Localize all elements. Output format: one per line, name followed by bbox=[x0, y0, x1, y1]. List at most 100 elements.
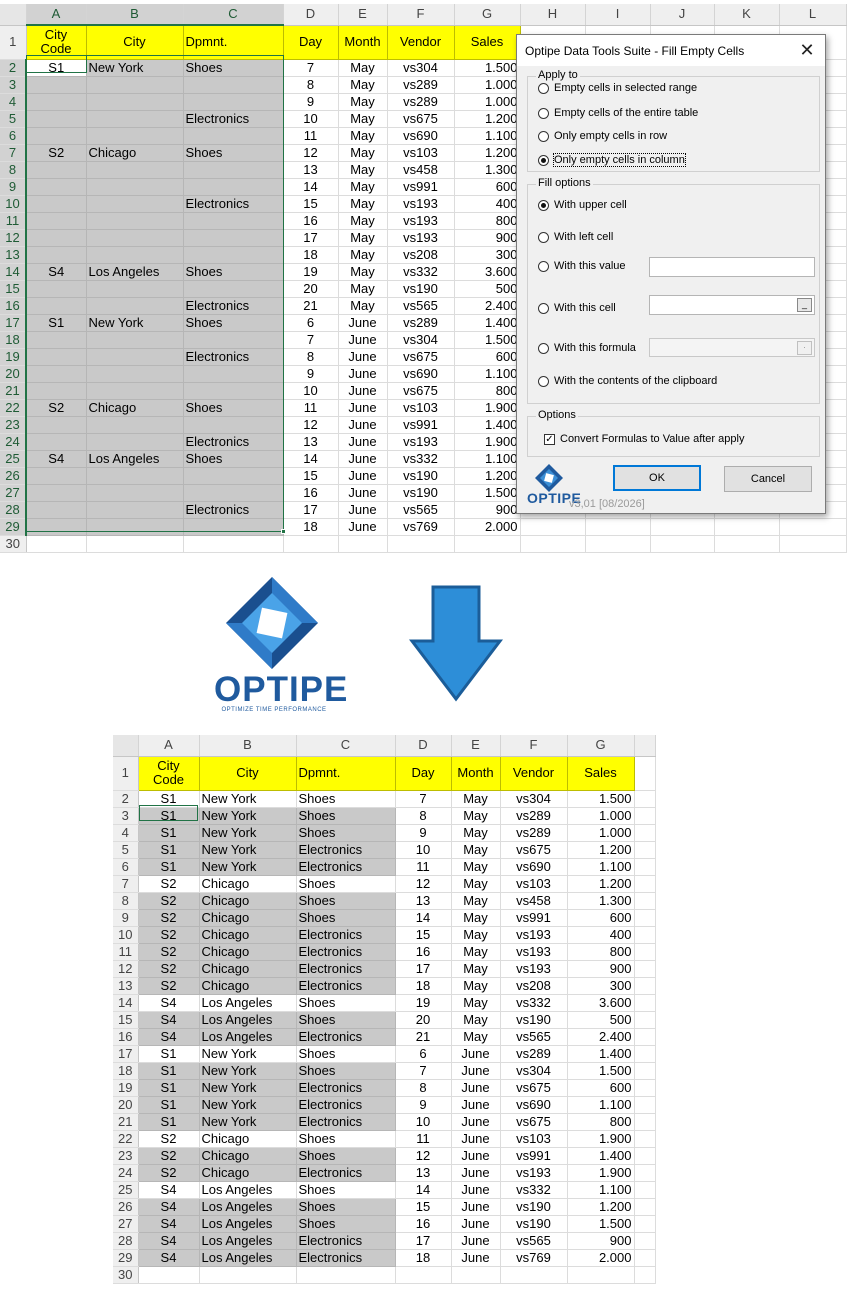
cell-month[interactable]: June bbox=[338, 314, 388, 332]
empty-cell[interactable] bbox=[634, 1011, 656, 1029]
cell-sales[interactable]: 1.300 bbox=[567, 892, 635, 910]
cell-month[interactable]: June bbox=[338, 467, 388, 485]
cell-city-code[interactable]: S1 bbox=[138, 1062, 200, 1080]
cell-sales[interactable]: 1.100 bbox=[454, 450, 521, 468]
row-header[interactable]: 29 bbox=[113, 1249, 139, 1267]
cell-vendor[interactable]: vs304 bbox=[500, 790, 568, 808]
cell-sales[interactable]: 1.100 bbox=[454, 365, 521, 383]
column-header-f[interactable]: F bbox=[387, 4, 455, 26]
cell-sales[interactable]: 800 bbox=[567, 943, 635, 961]
cell-dpmnt[interactable]: Shoes bbox=[296, 994, 396, 1012]
cell-day[interactable]: 12 bbox=[283, 144, 339, 162]
cell-vendor[interactable]: vs190 bbox=[500, 1011, 568, 1029]
cell-day[interactable]: 18 bbox=[395, 977, 452, 995]
cell-day[interactable]: 8 bbox=[283, 76, 339, 94]
cell-city-code[interactable]: S1 bbox=[138, 1045, 200, 1063]
cell-day[interactable]: 10 bbox=[395, 1113, 452, 1131]
cell-dpmnt[interactable]: Shoes bbox=[296, 875, 396, 893]
cell-sales[interactable]: 3.600 bbox=[567, 994, 635, 1012]
empty-cell[interactable] bbox=[634, 960, 656, 978]
row-header[interactable]: 23 bbox=[113, 1147, 139, 1165]
cell-vendor[interactable]: vs332 bbox=[387, 263, 455, 281]
header-cell-city_code[interactable]: City Code bbox=[137, 755, 200, 791]
row-header[interactable]: 14 bbox=[0, 263, 27, 281]
cell-month[interactable]: May bbox=[338, 59, 388, 77]
cell-city-code[interactable]: S1 bbox=[138, 824, 200, 842]
row-header[interactable]: 1 bbox=[113, 756, 139, 791]
cell-dpmnt[interactable] bbox=[183, 212, 284, 230]
cell-sales[interactable]: 1.500 bbox=[567, 790, 635, 808]
cell-sales[interactable]: 1.200 bbox=[454, 110, 521, 128]
column-header-i[interactable]: I bbox=[585, 4, 651, 26]
column-header-b[interactable]: B bbox=[86, 4, 184, 26]
row-header[interactable]: 9 bbox=[0, 178, 27, 196]
cell-sales[interactable]: 1.000 bbox=[454, 76, 521, 94]
cell-vendor[interactable]: vs103 bbox=[387, 144, 455, 162]
cell-day[interactable]: 12 bbox=[283, 416, 339, 434]
cell-day[interactable]: 14 bbox=[283, 450, 339, 468]
cell-city[interactable]: New York bbox=[199, 824, 297, 842]
row-header[interactable]: 14 bbox=[113, 994, 139, 1012]
cell-city-code[interactable]: S2 bbox=[138, 977, 200, 995]
cell-month[interactable]: June bbox=[338, 348, 388, 366]
cell-dpmnt[interactable]: Electronics bbox=[296, 1096, 396, 1114]
ok-button[interactable]: OK bbox=[613, 465, 701, 491]
column-header-c[interactable]: C bbox=[296, 735, 396, 757]
empty-cell[interactable] bbox=[634, 1181, 656, 1199]
empty-cell[interactable] bbox=[520, 518, 586, 536]
row-header[interactable]: 2 bbox=[113, 790, 139, 808]
row-header[interactable]: 17 bbox=[0, 314, 27, 332]
cell-sales[interactable]: 400 bbox=[567, 926, 635, 944]
cell-sales[interactable]: 1.200 bbox=[567, 841, 635, 859]
header-cell-dpmnt[interactable]: Dpmnt. bbox=[182, 24, 284, 60]
cell-month[interactable]: May bbox=[451, 960, 501, 978]
cell-month[interactable]: June bbox=[338, 416, 388, 434]
row-header[interactable]: 8 bbox=[0, 161, 27, 179]
cell-vendor[interactable]: vs193 bbox=[387, 212, 455, 230]
cell-sales[interactable]: 1.100 bbox=[454, 127, 521, 145]
cell-sales[interactable]: 1.500 bbox=[454, 484, 521, 502]
cell-day[interactable]: 18 bbox=[283, 246, 339, 264]
header-cell-city[interactable]: City bbox=[85, 24, 184, 60]
row-header[interactable]: 18 bbox=[113, 1062, 139, 1080]
cell-vendor[interactable]: vs991 bbox=[500, 909, 568, 927]
cell-dpmnt[interactable] bbox=[183, 76, 284, 94]
cell-day[interactable]: 7 bbox=[283, 59, 339, 77]
formula-picker-button[interactable]: · bbox=[797, 341, 812, 355]
column-header-c[interactable]: C bbox=[183, 4, 284, 26]
cell-city[interactable] bbox=[86, 127, 184, 145]
cell-month[interactable]: May bbox=[338, 161, 388, 179]
cell-dpmnt[interactable]: Shoes bbox=[296, 1045, 396, 1063]
cell-city[interactable]: Chicago bbox=[199, 926, 297, 944]
cell-dpmnt[interactable]: Electronics bbox=[296, 1079, 396, 1097]
cell-day[interactable]: 15 bbox=[283, 195, 339, 213]
row-header[interactable]: 3 bbox=[0, 76, 27, 94]
cell-dpmnt[interactable]: Shoes bbox=[296, 790, 396, 808]
cell-vendor[interactable]: vs190 bbox=[500, 1198, 568, 1216]
column-header-a[interactable]: A bbox=[138, 735, 200, 757]
radio-this-value[interactable]: With this value bbox=[538, 260, 626, 272]
row-header[interactable]: 13 bbox=[113, 977, 139, 995]
cell-vendor[interactable]: vs103 bbox=[500, 875, 568, 893]
cell-city[interactable]: New York bbox=[86, 314, 184, 332]
row-header[interactable]: 28 bbox=[113, 1232, 139, 1250]
cell-dpmnt[interactable] bbox=[183, 331, 284, 349]
empty-cell[interactable] bbox=[779, 535, 847, 553]
cell-sales[interactable]: 2.400 bbox=[454, 297, 521, 315]
cell-dpmnt[interactable]: Electronics bbox=[183, 348, 284, 366]
cell-sales[interactable]: 600 bbox=[454, 348, 521, 366]
cell-city-code[interactable]: S1 bbox=[138, 807, 200, 825]
row-header[interactable]: 17 bbox=[113, 1045, 139, 1063]
cell-sales[interactable]: 300 bbox=[454, 246, 521, 264]
cell-city-code[interactable] bbox=[26, 93, 87, 111]
row-header[interactable]: 25 bbox=[113, 1181, 139, 1199]
cell-city[interactable] bbox=[86, 416, 184, 434]
cell-month[interactable]: June bbox=[338, 382, 388, 400]
row-header[interactable]: 7 bbox=[113, 875, 139, 893]
empty-cell[interactable] bbox=[634, 909, 656, 927]
cell-vendor[interactable]: vs190 bbox=[387, 467, 455, 485]
cell-day[interactable]: 8 bbox=[395, 807, 452, 825]
empty-cell[interactable] bbox=[634, 875, 656, 893]
cell-sales[interactable]: 500 bbox=[454, 280, 521, 298]
row-header[interactable]: 3 bbox=[113, 807, 139, 825]
